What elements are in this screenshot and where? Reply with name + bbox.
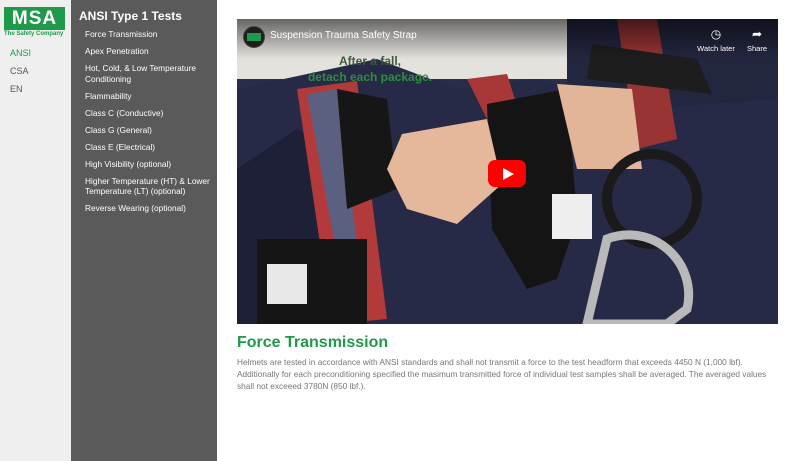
menu-item-class-e[interactable]: Class E (Electrical) xyxy=(85,142,213,153)
menu-item-apex-penetration[interactable]: Apex Penetration xyxy=(85,46,213,57)
standard-item-ansi[interactable]: ANSI xyxy=(0,44,71,62)
share-button[interactable]: ➦ Share xyxy=(735,27,778,53)
menu-item-force-transmission[interactable]: Force Transmission xyxy=(85,29,213,40)
section-description: Helmets are tested in accordance with AN… xyxy=(237,357,767,391)
main-content: Suspension Trauma Safety Strap After a f… xyxy=(217,0,800,461)
channel-logo-icon xyxy=(247,33,261,41)
channel-avatar[interactable] xyxy=(243,26,265,48)
test-menu-list: Force Transmission Apex Penetration Hot,… xyxy=(85,29,213,220)
watch-later-button[interactable]: ◷ Watch later xyxy=(694,27,738,53)
clock-icon: ◷ xyxy=(710,27,722,41)
test-menu: ANSI Type 1 Tests Force Transmission Ape… xyxy=(71,0,217,461)
menu-item-flammability[interactable]: Flammability xyxy=(85,91,213,102)
menu-item-temperature-conditioning[interactable]: Hot, Cold, & Low Temperature Conditionin… xyxy=(85,63,213,84)
app-root: MSA The Safety Company ANSI CSA EN ANSI … xyxy=(0,0,800,461)
standard-item-en[interactable]: EN xyxy=(0,80,71,98)
watch-later-label: Watch later xyxy=(697,44,735,53)
menu-item-reverse-wearing[interactable]: Reverse Wearing (optional) xyxy=(85,203,213,214)
msa-logo[interactable]: MSA The Safety Company xyxy=(4,7,65,39)
video-caption-line-1: After a fall, xyxy=(338,54,401,68)
share-arrow-icon: ➦ xyxy=(751,27,763,41)
video-title[interactable]: Suspension Trauma Safety Strap xyxy=(270,30,417,41)
menu-item-high-visibility[interactable]: High Visibility (optional) xyxy=(85,159,213,170)
video-caption-line-2: detach each package. xyxy=(307,70,433,84)
video-player[interactable]: Suspension Trauma Safety Strap After a f… xyxy=(237,19,778,324)
menu-item-ht-lt[interactable]: Higher Temperature (HT) & Lower Temperat… xyxy=(85,176,213,197)
menu-item-class-g[interactable]: Class G (General) xyxy=(85,125,213,136)
left-rail: MSA The Safety Company ANSI CSA EN xyxy=(0,0,71,461)
play-icon[interactable] xyxy=(488,160,526,187)
logo-text: MSA xyxy=(11,8,58,29)
standard-selector: ANSI CSA EN xyxy=(0,44,71,98)
standard-item-csa[interactable]: CSA xyxy=(0,62,71,80)
menu-title: ANSI Type 1 Tests xyxy=(79,9,182,23)
menu-item-class-c[interactable]: Class C (Conductive) xyxy=(85,108,213,119)
share-label: Share xyxy=(746,44,767,53)
section-heading: Force Transmission xyxy=(237,334,389,351)
video-caption: After a fall, detach each package. xyxy=(300,53,440,85)
logo-tagline: The Safety Company xyxy=(4,31,64,37)
